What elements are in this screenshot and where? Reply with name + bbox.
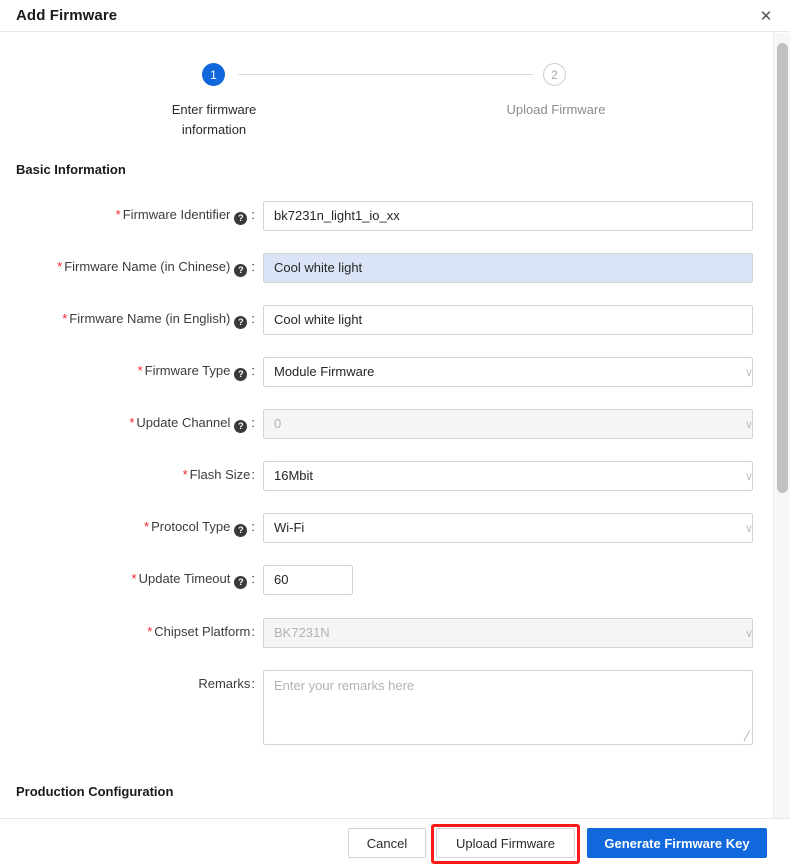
label-colon: : [251, 207, 255, 222]
required-asterisk: * [115, 207, 121, 222]
label-update-timeout: * Update Timeout?: [0, 571, 255, 589]
firmware-type-select[interactable]: Module Firmware [263, 357, 753, 387]
help-icon[interactable]: ? [234, 264, 248, 277]
label-colon: : [251, 259, 255, 274]
label-colon: : [251, 311, 255, 326]
label-firmware-name-english: * Firmware Name (in English)?: [0, 311, 255, 329]
firmware-name-english-input[interactable]: Cool white light [263, 305, 753, 335]
label-firmware-type: * Firmware Type?: [0, 363, 255, 381]
remarks-textarea[interactable]: Enter your remarks here [263, 670, 753, 745]
firmware-name-chinese-input[interactable]: Cool white light [263, 253, 753, 283]
help-icon[interactable]: ? [234, 524, 248, 537]
required-asterisk: * [57, 259, 63, 274]
label-colon: : [251, 467, 255, 482]
label-text: Protocol Type [151, 519, 231, 534]
help-icon[interactable]: ? [234, 212, 248, 225]
required-asterisk: * [144, 519, 150, 534]
step-1-label: Enter firmware information [171, 102, 257, 137]
label-colon: : [251, 624, 255, 639]
label-text: Firmware Name (in English) [69, 311, 231, 326]
cancel-button[interactable]: Cancel [348, 828, 426, 858]
step-1-circle[interactable]: 1 [202, 63, 225, 86]
label-text: Firmware Type [144, 363, 231, 378]
firmware-identifier-input[interactable]: bk7231n_light1_io_xx [263, 201, 753, 231]
label-text: Remarks [198, 676, 251, 691]
label-firmware-name-chinese: * Firmware Name (in Chinese)?: [0, 259, 255, 277]
help-icon[interactable]: ? [234, 420, 248, 433]
label-text: Update Timeout [138, 571, 231, 586]
label-text: Firmware Identifier [122, 207, 231, 222]
dialog-footer: Cancel Upload Firmware Generate Firmware… [0, 818, 790, 865]
required-asterisk: * [182, 467, 188, 482]
help-icon[interactable]: ? [234, 316, 248, 329]
step-2-circle[interactable]: 2 [543, 63, 566, 86]
required-asterisk: * [147, 624, 153, 639]
step-indicator: 1 2 Enter firmware information Upload Fi… [0, 63, 772, 173]
flash-size-select[interactable]: 16Mbit [263, 461, 753, 491]
required-asterisk: * [137, 363, 143, 378]
label-colon: : [251, 363, 255, 378]
vertical-scrollbar-thumb[interactable] [777, 43, 788, 493]
required-asterisk: * [62, 311, 68, 326]
step-connector-line [238, 74, 533, 75]
vertical-scrollbar-track[interactable] [773, 33, 790, 818]
close-icon[interactable]: ✕ [756, 6, 776, 26]
chipset-platform-select: BK7231N [263, 618, 753, 648]
protocol-type-select[interactable]: Wi-Fi [263, 513, 753, 543]
update-timeout-input[interactable]: 60 [263, 565, 353, 595]
required-asterisk: * [131, 571, 137, 586]
dialog-title: Add Firmware [16, 7, 118, 24]
help-icon[interactable]: ? [234, 576, 248, 589]
label-text: Chipset Platform [154, 624, 251, 639]
label-remarks: Remarks: [0, 676, 255, 691]
help-icon[interactable]: ? [234, 368, 248, 381]
add-firmware-dialog: Add Firmware ✕ 1 2 Enter firmware inform… [0, 0, 790, 865]
step-2-label: Upload Firmware [506, 102, 606, 117]
label-protocol-type: * Protocol Type?: [0, 519, 255, 537]
label-text: Flash Size [189, 467, 251, 482]
label-text: Update Channel [136, 415, 231, 430]
label-colon: : [251, 519, 255, 534]
dialog-body: 1 2 Enter firmware information Upload Fi… [0, 33, 790, 818]
label-flash-size: * Flash Size: [0, 467, 255, 482]
update-channel-select: 0 [263, 409, 753, 439]
label-text: Firmware Name (in Chinese) [64, 259, 231, 274]
upload-firmware-button[interactable]: Upload Firmware [436, 828, 575, 858]
section-title-basic-information: Basic Information [16, 162, 126, 177]
label-colon: : [251, 676, 255, 691]
label-colon: : [251, 415, 255, 430]
label-update-channel: * Update Channel?: [0, 415, 255, 433]
dialog-header: Add Firmware ✕ [0, 0, 790, 32]
section-title-production-configuration: Production Configuration [16, 784, 174, 799]
label-firmware-identifier: * Firmware Identifier?: [0, 207, 255, 225]
label-chipset-platform: * Chipset Platform: [0, 624, 255, 639]
generate-firmware-key-button[interactable]: Generate Firmware Key [587, 828, 767, 858]
required-asterisk: * [129, 415, 135, 430]
label-colon: : [251, 571, 255, 586]
